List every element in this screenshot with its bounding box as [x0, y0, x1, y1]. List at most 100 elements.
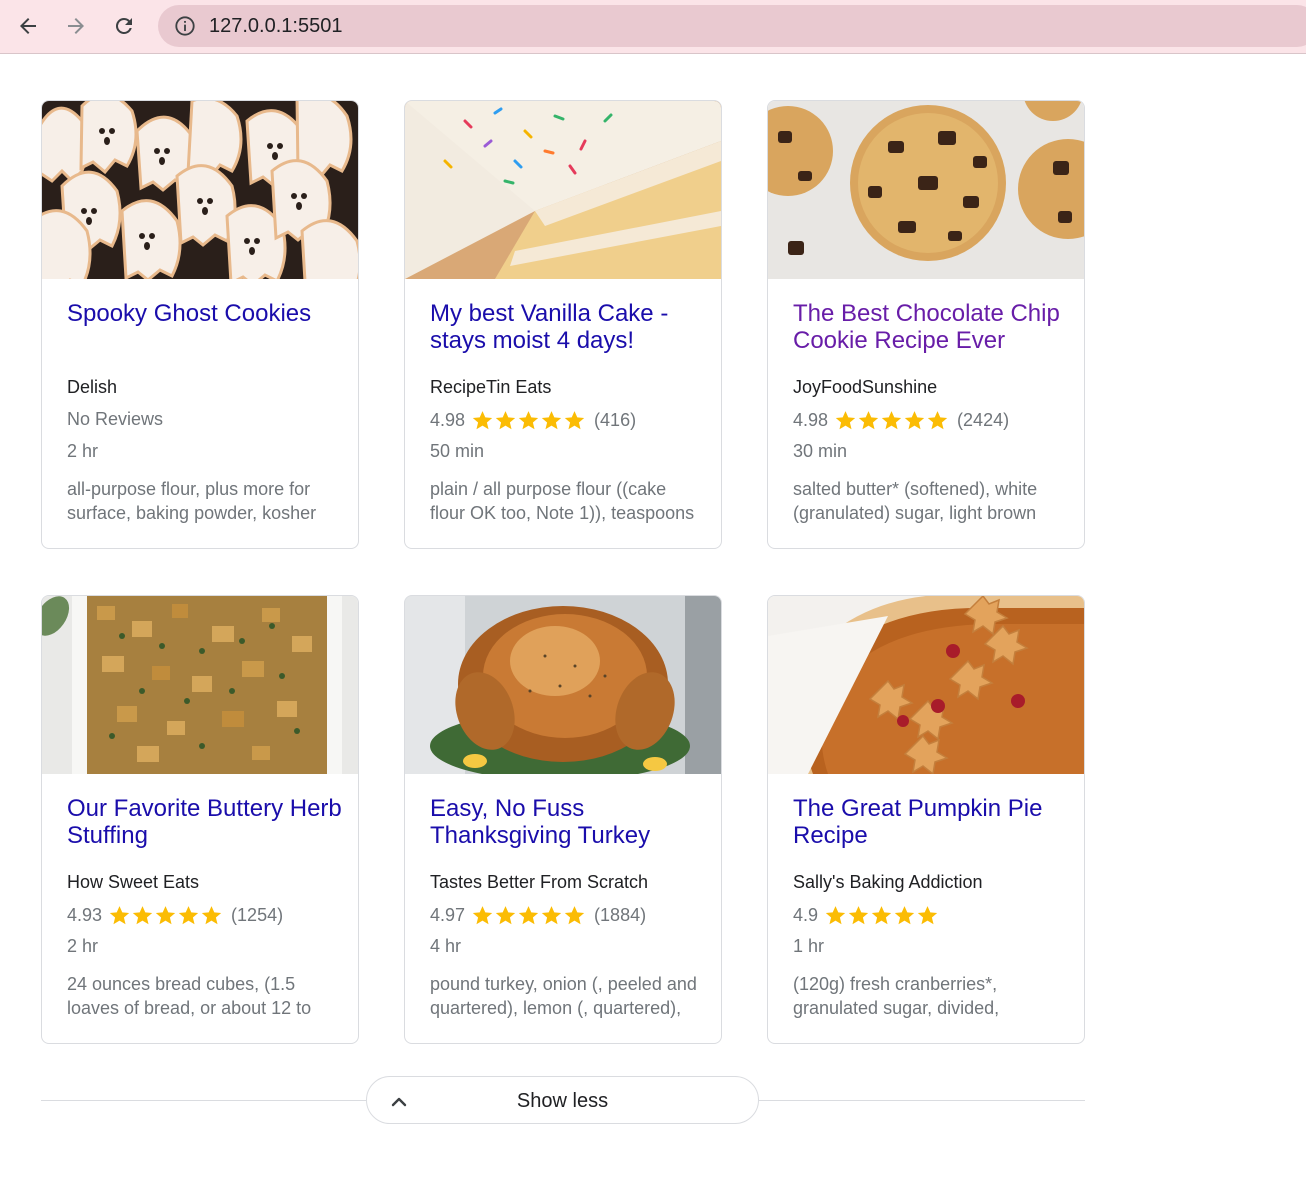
star-icon [893, 904, 916, 927]
ghost-cookies-photo [42, 101, 358, 279]
recipe-title[interactable]: Our Favorite Buttery Herb Stuffing [67, 795, 342, 849]
star-icon [108, 904, 131, 927]
recipe-ingredients: pound turkey, onion (, peeled and quarte… [430, 974, 697, 1018]
star-rating [824, 904, 939, 927]
review-count: (416) [594, 409, 637, 430]
recipe-time: 2 hr [67, 441, 99, 461]
recipe-time: 50 min [430, 441, 485, 461]
review-count: (2424) [957, 409, 1010, 430]
rating-value: 4.93 [67, 904, 103, 925]
show-less-label: Show less [516, 1090, 609, 1112]
recipe-thumbnail[interactable] [768, 596, 1084, 774]
arrow-left-icon [20, 18, 36, 34]
recipe-card[interactable]: The Best Chocolate Chip Cookie Recipe Ev… [767, 100, 1085, 549]
rating-value: 4.98 [430, 409, 466, 430]
star-icon [847, 904, 870, 927]
recipe-ingredients: 24 ounces bread cubes, (1.5 loaves of br… [67, 974, 312, 1018]
recipe-thumbnail[interactable] [768, 101, 1084, 279]
vanilla-cake-photo [405, 101, 721, 279]
recipe-card[interactable]: Easy, No Fuss Thanksgiving Turkey Tastes… [404, 595, 722, 1044]
recipe-ingredients: all-purpose flour, plus more for surface… [67, 479, 317, 523]
star-icon [857, 409, 880, 432]
chocolate-chip-cookies-photo [768, 101, 1084, 279]
recipe-card[interactable]: My best Vanilla Cake - stays moist 4 day… [404, 100, 722, 549]
recipe-thumbnail[interactable] [405, 596, 721, 774]
url-text: 127.0.0.1:5501 [209, 15, 343, 37]
star-icon [824, 904, 847, 927]
recipe-card[interactable]: Spooky Ghost Cookies Delish No Reviews 2… [41, 100, 359, 549]
star-icon [494, 409, 517, 432]
recipe-source: JoyFoodSunshine [793, 377, 938, 397]
recipe-ingredients: salted butter* (softened), white (granul… [793, 479, 1038, 523]
star-icon [563, 904, 586, 927]
star-icon [177, 904, 200, 927]
recipe-title[interactable]: The Best Chocolate Chip Cookie Recipe Ev… [793, 300, 1068, 354]
recipe-card[interactable]: The Great Pumpkin Pie Recipe Sally's Bak… [767, 595, 1085, 1044]
recipe-source: Tastes Better From Scratch [430, 872, 649, 892]
star-icon [131, 904, 154, 927]
recipe-time: 2 hr [67, 936, 99, 956]
reload-button[interactable] [105, 7, 143, 45]
star-icon [870, 904, 893, 927]
rating-value: 4.98 [793, 409, 829, 430]
recipe-source: Delish [67, 377, 118, 397]
recipe-ingredients: (120g) fresh cranberries*, granulated su… [793, 974, 1000, 1018]
reload-icon [115, 17, 132, 34]
star-rating [834, 409, 949, 432]
info-icon[interactable] [174, 15, 196, 37]
star-icon [563, 409, 586, 432]
divider-left [41, 1100, 367, 1101]
rating-row: 4.98 (416) [430, 407, 636, 433]
star-icon [494, 904, 517, 927]
browser-toolbar: 127.0.0.1:5501 [0, 0, 1306, 54]
star-icon [926, 409, 949, 432]
recipe-time: 4 hr [430, 936, 462, 956]
rating-row: 4.97 (1884) [430, 902, 646, 928]
star-icon [916, 904, 939, 927]
divider-right [759, 1100, 1085, 1101]
recipe-source: Sally's Baking Addiction [793, 872, 983, 892]
recipe-title[interactable]: Easy, No Fuss Thanksgiving Turkey [430, 795, 705, 849]
star-icon [471, 409, 494, 432]
review-count: (1254) [231, 904, 284, 925]
recipe-thumbnail[interactable] [42, 101, 358, 279]
rating-value: 4.97 [430, 904, 466, 925]
recipe-ingredients: plain / all purpose flour ((cake flour O… [430, 479, 695, 523]
star-icon [540, 409, 563, 432]
rating-row: 4.9 [793, 902, 947, 928]
star-icon [834, 409, 857, 432]
star-icon [540, 904, 563, 927]
star-icon [154, 904, 177, 927]
star-rating [471, 409, 586, 432]
address-bar[interactable]: 127.0.0.1:5501 [158, 5, 1306, 47]
recipe-source: How Sweet Eats [67, 872, 200, 892]
recipe-source: RecipeTin Eats [430, 377, 552, 397]
star-icon [200, 904, 223, 927]
review-count: (1884) [594, 904, 647, 925]
rating-value: 4.9 [793, 904, 819, 925]
arrow-right-icon [68, 18, 84, 34]
recipe-time: 30 min [793, 441, 848, 461]
back-button[interactable] [9, 7, 47, 45]
herb-stuffing-photo [42, 596, 358, 774]
rating-row: 4.98 (2424) [793, 407, 1009, 433]
recipe-title[interactable]: The Great Pumpkin Pie Recipe [793, 795, 1068, 849]
no-reviews-text: No Reviews [67, 409, 164, 429]
recipe-title[interactable]: Spooky Ghost Cookies [67, 300, 342, 327]
forward-button[interactable] [57, 7, 95, 45]
star-rating [471, 904, 586, 927]
rating-row: 4.93 (1254) [67, 902, 283, 928]
roast-turkey-photo [405, 596, 721, 774]
recipe-thumbnail[interactable] [42, 596, 358, 774]
recipe-thumbnail[interactable] [405, 101, 721, 279]
pumpkin-pie-photo [768, 596, 1084, 774]
star-icon [517, 409, 540, 432]
recipe-card[interactable]: Our Favorite Buttery Herb Stuffing How S… [41, 595, 359, 1044]
star-rating [108, 904, 223, 927]
star-icon [903, 409, 926, 432]
recipe-time: 1 hr [793, 936, 825, 956]
recipe-title[interactable]: My best Vanilla Cake - stays moist 4 day… [430, 300, 705, 354]
star-icon [471, 904, 494, 927]
show-less-button[interactable]: Show less [366, 1076, 759, 1124]
star-icon [517, 904, 540, 927]
